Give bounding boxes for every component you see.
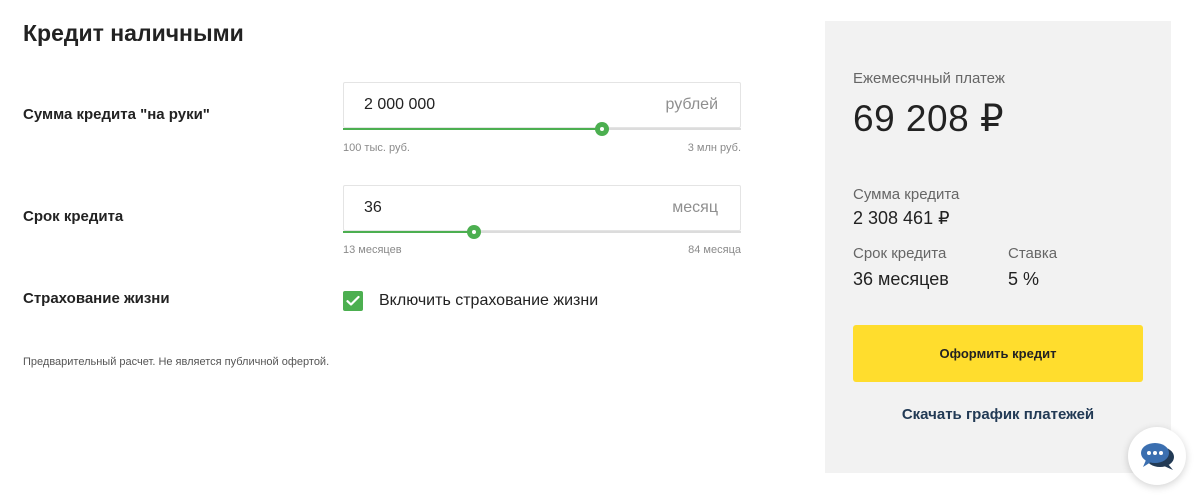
rate-value: 5 % — [1008, 269, 1040, 289]
amount-slider-handle[interactable] — [594, 122, 609, 136]
amount-label: Сумма кредита "на руки" — [23, 106, 210, 123]
page-title: Кредит наличными — [23, 20, 244, 46]
amount-max-label: 3 млн руб. — [687, 142, 741, 154]
monthly-payment-value: 69 208 ₽ — [853, 98, 1004, 139]
term-slider-handle[interactable] — [467, 225, 482, 239]
term-slider-fill — [343, 231, 475, 233]
credit-sum-label: Сумма кредита — [853, 186, 960, 203]
amount-slider[interactable] — [343, 122, 741, 136]
insurance-checkbox[interactable] — [343, 291, 363, 311]
amount-value[interactable]: 2 000 000 — [364, 96, 435, 114]
term-value[interactable]: 36 — [364, 199, 382, 217]
term-field[interactable]: 36 месяц — [343, 185, 741, 231]
summary-panel: Ежемесячный платеж 69 208 ₽ Сумма кредит… — [825, 21, 1171, 473]
summary-term-value: 36 месяцев — [853, 269, 949, 289]
chat-bubble-icon — [1141, 443, 1174, 470]
term-label: Срок кредита — [23, 208, 124, 225]
term-unit: месяц — [672, 199, 718, 216]
insurance-checkbox-label[interactable]: Включить страхование жизни — [379, 292, 598, 310]
monthly-payment-label: Ежемесячный платеж — [853, 70, 1005, 87]
apply-credit-button[interactable]: Оформить кредит — [853, 325, 1143, 382]
amount-min-label: 100 тыс. руб. — [343, 142, 410, 154]
amount-unit: рублей — [665, 96, 718, 113]
chat-button[interactable] — [1128, 427, 1186, 485]
download-schedule-link[interactable]: Скачать график платежей — [853, 406, 1143, 423]
summary-term-label: Срок кредита — [853, 245, 947, 262]
amount-slider-fill — [343, 128, 602, 130]
term-max-label: 84 месяца — [688, 244, 741, 256]
term-min-label: 13 месяцев — [343, 244, 402, 256]
check-icon — [346, 295, 360, 306]
credit-sum-value: 2 308 461 ₽ — [853, 208, 950, 228]
amount-field[interactable]: 2 000 000 рублей — [343, 82, 741, 128]
disclaimer: Предварительный расчет. Не является публ… — [23, 356, 330, 368]
term-slider[interactable] — [343, 225, 741, 239]
insurance-label: Страхование жизни — [23, 290, 170, 307]
rate-label: Ставка — [1008, 245, 1058, 262]
